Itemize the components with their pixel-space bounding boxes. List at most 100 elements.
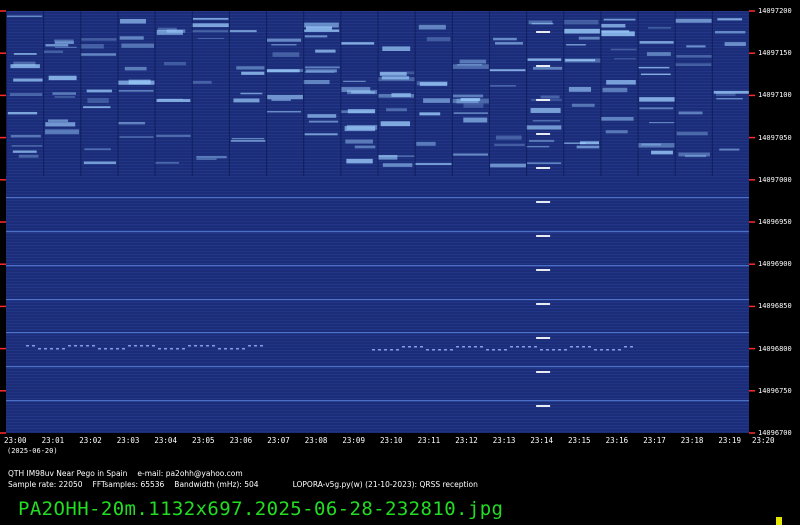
segment-separator	[228, 11, 230, 176]
signal-blip	[536, 31, 551, 33]
qrss-trace	[62, 348, 65, 350]
noise-row	[6, 353, 749, 354]
segment-separator	[414, 11, 416, 176]
noise-row	[6, 194, 749, 195]
noise-row	[6, 260, 749, 261]
noise-row	[6, 380, 749, 381]
signal-band	[230, 140, 266, 142]
signal-band	[52, 92, 77, 95]
settings-info-line: Sample rate: 22050 FFTsamples: 65536 Bandw…	[8, 480, 488, 489]
signal-blip	[536, 201, 551, 203]
signal-band	[532, 66, 563, 70]
qrss-trace	[504, 349, 507, 351]
signal-blip	[536, 269, 551, 271]
segment-separator	[340, 11, 342, 176]
signal-band	[354, 145, 376, 149]
qrss-trace	[510, 346, 513, 348]
qrss-trace	[456, 346, 459, 348]
signal-band	[378, 94, 414, 98]
qrss-trace	[176, 348, 179, 350]
noise-row	[6, 338, 749, 339]
segment-separator	[303, 11, 305, 176]
noise-row	[6, 221, 749, 222]
noise-row	[6, 389, 749, 390]
signal-band	[526, 125, 562, 130]
noise-row	[6, 395, 749, 396]
noise-row	[6, 344, 749, 345]
qrss-trace	[32, 345, 35, 347]
noise-row	[6, 248, 749, 249]
noise-row	[6, 314, 749, 315]
qrss-trace	[158, 348, 161, 350]
qrss-trace	[594, 349, 597, 351]
signal-band	[416, 141, 436, 146]
noise-row	[6, 287, 749, 288]
time-label: 23:15	[568, 436, 591, 445]
signal-band	[675, 63, 712, 67]
signal-band	[494, 143, 525, 147]
signal-band	[305, 69, 337, 73]
signal-band	[605, 130, 628, 134]
noise-row	[6, 182, 749, 183]
bandwidth-text: Bandwidth (mHz): 504	[174, 480, 259, 489]
signal-band	[54, 46, 77, 48]
signal-band	[11, 145, 43, 147]
time-label: 23:17	[643, 436, 666, 445]
carrier-line	[6, 332, 749, 334]
qrss-trace	[188, 345, 191, 347]
qrss-trace	[242, 348, 245, 350]
signal-band	[532, 119, 561, 122]
qrss-trace	[582, 346, 585, 348]
noise-row	[6, 239, 749, 240]
qrss-trace	[396, 349, 399, 351]
qrss-trace	[92, 345, 95, 347]
signal-band	[639, 97, 675, 102]
noise-row	[6, 341, 749, 342]
qrss-trace	[182, 348, 185, 350]
noise-row	[6, 413, 749, 414]
qrss-trace	[254, 345, 257, 347]
signal-band	[6, 15, 43, 17]
signal-band	[571, 103, 595, 107]
noise-row	[6, 428, 749, 429]
signal-band	[530, 107, 561, 113]
noise-row	[6, 407, 749, 408]
signal-band	[651, 150, 673, 155]
qrss-trace	[468, 346, 471, 348]
qth-text: QTH IM98uv Near Pego in Spain	[8, 469, 128, 478]
qrss-trace	[402, 346, 405, 348]
carrier-line	[6, 400, 749, 402]
noise-row	[6, 296, 749, 297]
time-label: 23:10	[380, 436, 403, 445]
qrss-trace	[128, 345, 131, 347]
qrss-trace	[50, 348, 53, 350]
signal-band	[686, 45, 706, 48]
noise-row	[6, 410, 749, 411]
noise-row	[6, 218, 749, 219]
qrss-trace	[122, 348, 125, 350]
qrss-trace	[140, 345, 143, 347]
frequency-label: 14097150	[758, 49, 792, 58]
signal-band	[564, 28, 600, 34]
noise-row	[6, 335, 749, 336]
qrss-trace	[152, 345, 155, 347]
signal-blip	[536, 337, 551, 339]
signal-band	[380, 121, 411, 127]
signal-band	[614, 58, 636, 60]
signal-band	[526, 145, 550, 148]
qrss-trace	[390, 349, 393, 351]
noise-row	[6, 203, 749, 204]
frequency-label: 14096850	[758, 302, 792, 311]
noise-row	[6, 233, 749, 234]
signal-band	[12, 150, 37, 153]
signal-band	[603, 18, 636, 21]
segment-separator	[488, 11, 490, 176]
time-axis-date: (2025-06-20)	[7, 447, 58, 455]
noise-row	[6, 212, 749, 213]
signal-band	[382, 163, 413, 167]
signal-band	[120, 18, 146, 24]
time-label: 23:16	[605, 436, 629, 445]
signal-band	[576, 145, 600, 149]
segment-separator	[600, 11, 602, 176]
frequency-label: 14097100	[758, 91, 792, 100]
